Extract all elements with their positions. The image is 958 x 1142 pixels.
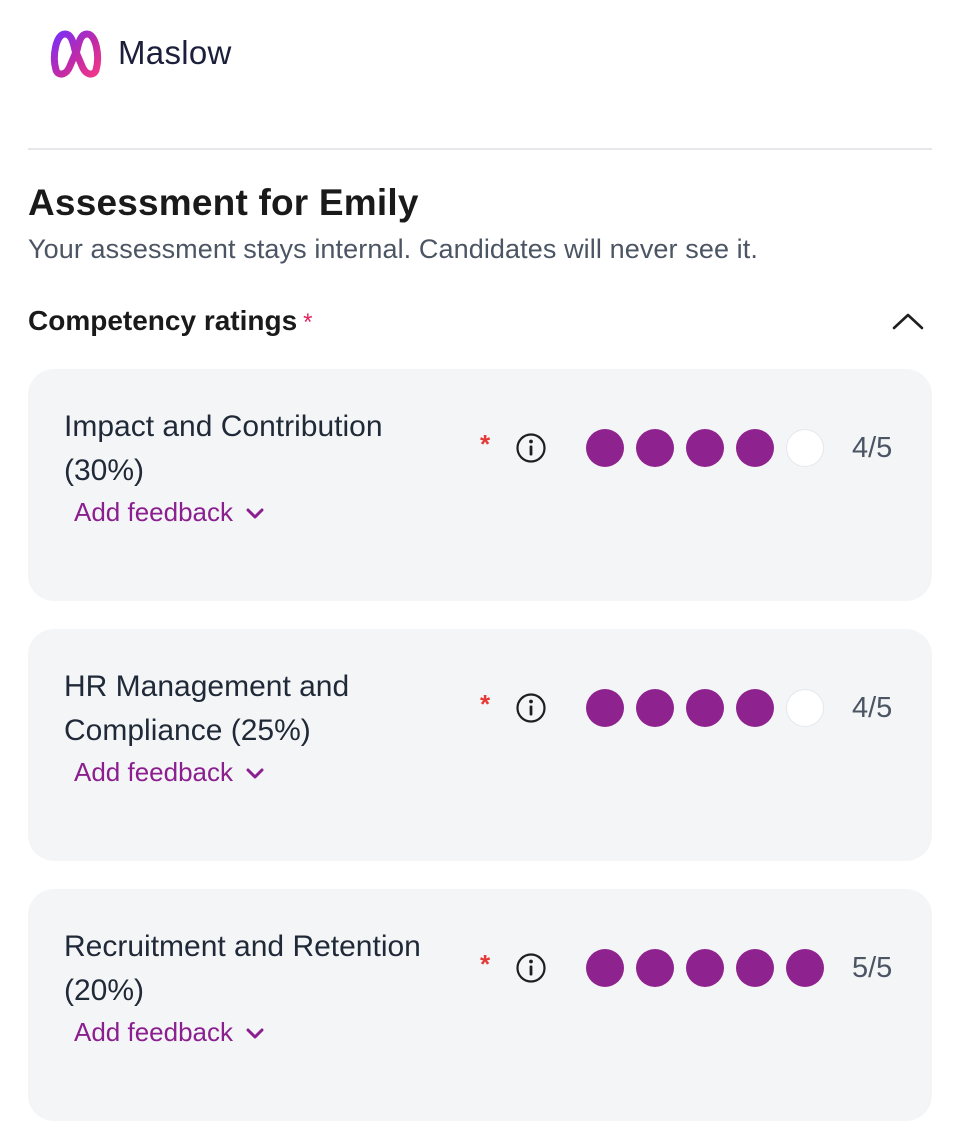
rating-dot-empty[interactable] <box>786 689 824 727</box>
competency-name: Impact and Contribution (30%) <box>64 405 464 493</box>
collapse-section-button[interactable] <box>886 299 930 343</box>
info-icon[interactable] <box>514 431 548 465</box>
add-feedback-label: Add feedback <box>74 757 234 787</box>
maslow-logo-icon <box>48 26 104 82</box>
rating-dots <box>586 689 824 727</box>
rating-control: * 4/5 <box>480 689 892 727</box>
rating-dot-filled[interactable] <box>586 689 624 727</box>
brand-name: Maslow <box>118 34 232 71</box>
competency-name-line2: (30%) <box>64 454 145 487</box>
rating-dot-filled[interactable] <box>586 949 624 987</box>
rating-dot-filled[interactable] <box>736 949 774 987</box>
competency-name: Recruitment and Retention (20%) <box>64 925 464 1013</box>
rating-dots <box>586 429 824 467</box>
competency-list: Impact and Contribution (30%) Add feedba… <box>28 369 932 1121</box>
required-asterisk: * <box>480 688 491 719</box>
rating-dot-filled[interactable] <box>686 949 724 987</box>
rating-dot-filled[interactable] <box>686 689 724 727</box>
rating-score: 4/5 <box>852 691 893 724</box>
rating-dots <box>586 949 824 987</box>
rating-dot-filled[interactable] <box>636 689 674 727</box>
add-feedback-button[interactable]: Add feedback <box>74 757 265 788</box>
required-asterisk: * <box>480 428 491 459</box>
rating-dot-filled[interactable] <box>736 689 774 727</box>
competency-name: HR Management and Compliance (25%) <box>64 665 464 753</box>
rating-control: * 4/5 <box>480 429 892 467</box>
competency-name-line1: Impact and Contribution <box>64 410 383 443</box>
competency-name-line2: (20%) <box>64 974 145 1007</box>
add-feedback-label: Add feedback <box>74 497 234 527</box>
competency-card: HR Management and Compliance (25%) Add f… <box>28 629 932 861</box>
assessment-page: Maslow Assessment for Emily Your assessm… <box>0 0 958 1142</box>
info-icon[interactable] <box>514 691 548 725</box>
rating-dot-empty[interactable] <box>786 429 824 467</box>
rating-dot-filled[interactable] <box>636 429 674 467</box>
add-feedback-button[interactable]: Add feedback <box>74 1017 265 1048</box>
rating-dot-filled[interactable] <box>786 949 824 987</box>
rating-dot-filled[interactable] <box>736 429 774 467</box>
rating-dot-filled[interactable] <box>686 429 724 467</box>
rating-score: 4/5 <box>852 431 893 464</box>
competency-name-line1: Recruitment and Retention <box>64 930 421 963</box>
section-title: Competency ratings * <box>28 305 313 337</box>
rating-score: 5/5 <box>852 951 893 984</box>
add-feedback-label: Add feedback <box>74 1017 234 1047</box>
rating-dot-filled[interactable] <box>636 949 674 987</box>
add-feedback-button[interactable]: Add feedback <box>74 497 265 528</box>
page-subtitle: Your assessment stays internal. Candidat… <box>28 234 758 264</box>
rating-control: * 5/5 <box>480 949 892 987</box>
info-icon[interactable] <box>514 951 548 985</box>
competency-name-line2: Compliance (25%) <box>64 714 311 747</box>
competency-name-line1: HR Management and <box>64 670 350 703</box>
chevron-up-icon <box>892 313 924 330</box>
section-title-label: Competency ratings <box>28 305 298 336</box>
chevron-down-icon <box>246 768 264 778</box>
required-asterisk: * <box>303 309 313 336</box>
rating-dot-filled[interactable] <box>586 429 624 467</box>
brand-logo[interactable]: Maslow <box>48 26 232 82</box>
chevron-down-icon <box>246 508 264 518</box>
competency-card: Impact and Contribution (30%) Add feedba… <box>28 369 932 601</box>
chevron-down-icon <box>246 1028 264 1038</box>
competency-section-header: Competency ratings * <box>28 299 932 343</box>
page-title: Assessment for Emily <box>28 182 419 223</box>
competency-card: Recruitment and Retention (20%) Add feed… <box>28 889 932 1121</box>
header: Maslow <box>28 0 932 150</box>
required-asterisk: * <box>480 948 491 979</box>
